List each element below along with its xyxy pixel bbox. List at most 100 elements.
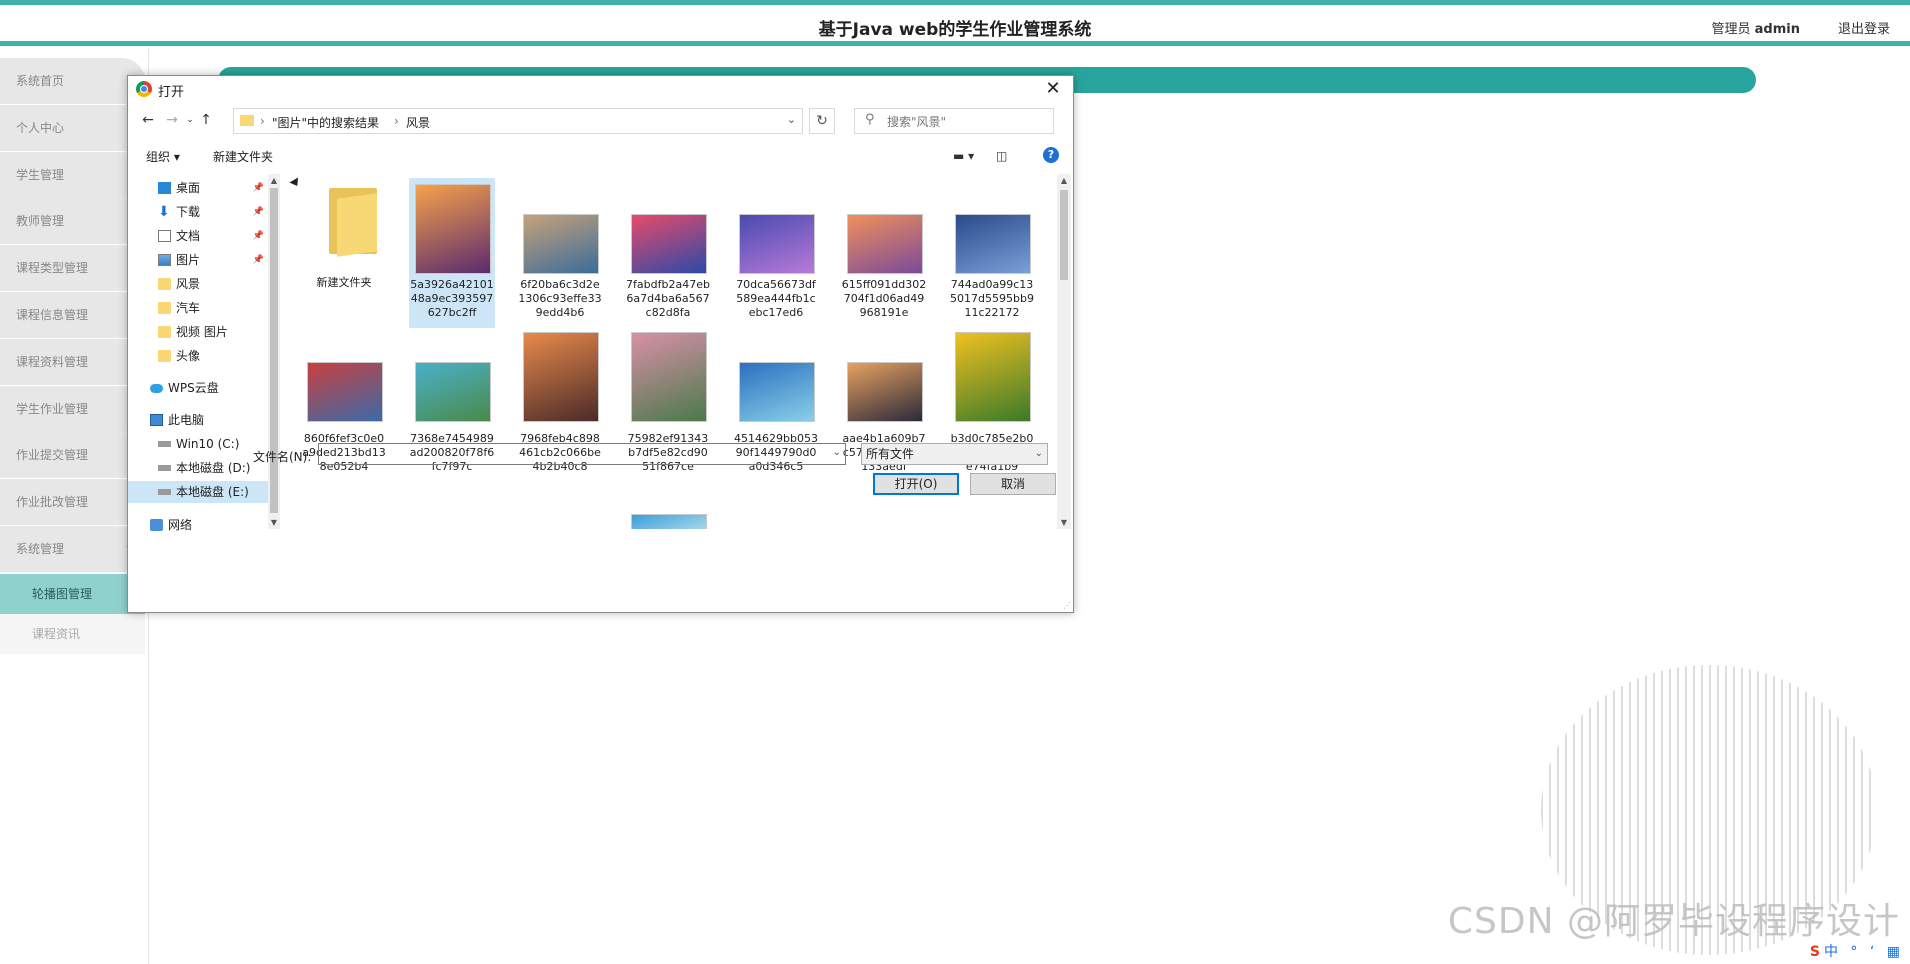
drive-icon [158, 465, 171, 471]
folder-tile[interactable]: 新建文件夹 [301, 178, 387, 328]
image-tile[interactable]: 744ad0a99c135017d5595bb911c22172 [949, 178, 1035, 328]
close-icon[interactable]: ✕ [1041, 77, 1065, 101]
sidebar-item[interactable]: 系统管理^ [0, 526, 145, 572]
scroll-up-icon[interactable]: ▲ [1058, 176, 1070, 185]
nav-item[interactable]: 此电脑 [128, 409, 268, 431]
nav-item-label: 下载 [176, 205, 201, 219]
sidebar-item-label: 个人中心 [16, 121, 65, 135]
pin-icon: 📌 [252, 183, 264, 193]
chevron-down-icon: ⌄ [1034, 448, 1043, 459]
chevron-down-icon[interactable]: ⌄ [787, 113, 796, 126]
nav-item[interactable]: 本地磁盘 (E:) [128, 481, 268, 503]
sidebar-item[interactable]: 课程信息管理⌄ [0, 292, 145, 338]
sidebar-item[interactable]: 系统首页⌄ [0, 58, 145, 104]
image-tile[interactable] [409, 486, 495, 529]
scroll-up-icon[interactable]: ▲ [268, 176, 280, 185]
nav-item[interactable]: 风景 [128, 273, 268, 295]
file-name: 5a3926a4210148a9ec393597627bc2ff [410, 278, 494, 319]
new-folder-button[interactable]: 新建文件夹 [213, 148, 273, 165]
nav-item[interactable]: 头像 [128, 345, 268, 367]
sidebar-item[interactable]: 学生作业管理⌄ [0, 386, 145, 432]
sidebar-item[interactable]: 作业批改管理⌄ [0, 479, 145, 525]
open-button[interactable]: 打开(O) [873, 473, 959, 495]
image-tile[interactable] [301, 486, 387, 529]
sidebar-item[interactable]: 教师管理⌄ [0, 198, 145, 244]
file-name: 744ad0a99c135017d5595bb911c22172 [950, 278, 1034, 319]
breadcrumb-separator: › [394, 114, 399, 128]
sidebar-item[interactable]: 课程类型管理⌄ [0, 245, 145, 291]
nav-item-label: 此电脑 [168, 413, 205, 427]
sidebar-subitem[interactable]: 课程资讯 [0, 614, 145, 654]
nav-item[interactable]: 文档 📌 [128, 225, 268, 247]
nav-item[interactable]: 网络 [128, 514, 268, 536]
up-icon[interactable]: ↑ [196, 110, 216, 130]
ime-status: 中 ° ‘ ▦ [1823, 944, 1904, 960]
nav-item[interactable]: 图片 📌 [128, 249, 268, 271]
folder-icon [158, 350, 171, 362]
chevron-down-icon[interactable]: ⌄ [833, 447, 841, 458]
sidebar-item[interactable]: 学生管理⌄ [0, 152, 145, 198]
file-name: 70dca56673df589ea444fb1cebc17ed6 [736, 278, 816, 319]
file-name: 6f20ba6c3d2e1306c93effe339edd4b6 [518, 278, 602, 319]
preview-pane-icon[interactable]: ◫ [996, 149, 1007, 163]
breadcrumb-scenery[interactable]: 风景 [406, 114, 430, 131]
dialog-navbar: ← → ⌄ ↑ › "图片"中的搜索结果 › 风景 ⌄ ↻ ⚲ [128, 104, 1073, 138]
nav-item[interactable]: WPS云盘 [128, 377, 268, 399]
help-icon[interactable]: ? [1043, 147, 1059, 163]
nav-item[interactable]: 视频 图片 [128, 321, 268, 343]
image-tile[interactable]: 5a3926a4210148a9ec393597627bc2ff [409, 178, 495, 328]
nav-item[interactable]: 汽车 [128, 297, 268, 319]
user-name: admin [1754, 22, 1800, 37]
nav-scrollbar[interactable]: ▲ ▼ [268, 174, 280, 529]
download-icon: ⬇ [158, 204, 170, 220]
ime-toolbar[interactable]: S中 ° ‘ ▦ [1810, 941, 1904, 961]
image-thumbnail [631, 514, 707, 529]
search-input[interactable] [885, 112, 1049, 132]
breadcrumb-search-results[interactable]: "图片"中的搜索结果 [272, 114, 379, 131]
nav-item[interactable]: 桌面 📌 [128, 177, 268, 199]
nav-item[interactable]: ⬇ 下载 📌 [128, 201, 268, 223]
image-tile[interactable] [625, 486, 711, 529]
sidebar-item[interactable]: 个人中心⌄ [0, 105, 145, 151]
dialog-toolbar: 组织 ▾ 新建文件夹 ▬ ▾ ◫ ? [128, 142, 1073, 170]
sidebar-item[interactable]: 课程资料管理⌄ [0, 339, 145, 385]
cancel-button[interactable]: 取消 [970, 473, 1056, 495]
nav-item[interactable]: 本地磁盘 (D:) [128, 457, 268, 479]
image-tile[interactable]: 615ff091dd302704f1d06ad49968191e [841, 178, 927, 328]
content-scrollbar[interactable]: ▲ ▼ [1057, 174, 1071, 529]
nav-item-label: Win10 (C:) [176, 437, 240, 451]
back-icon[interactable]: ← [138, 110, 158, 130]
image-tile[interactable]: 7fabdfb2a47eb6a7d4ba6a567c82d8fa [625, 178, 711, 328]
image-tile[interactable]: 6f20ba6c3d2e1306c93effe339edd4b6 [517, 178, 603, 328]
sidebar-subitem[interactable]: 轮播图管理 [0, 574, 145, 614]
organize-button[interactable]: 组织 ▾ [146, 148, 180, 165]
view-options-icon[interactable]: ▬ ▾ [953, 149, 974, 163]
filetype-select[interactable]: 所有文件 ⌄ [861, 443, 1048, 465]
navigation-pane: 桌面 📌 ⬇ 下载 📌 文档 📌 图片 📌 风景 汽车 视频 图片头像 WPS云盘此电脑 Win10 (C… [128, 174, 283, 532]
nav-item-label: 头像 [176, 349, 201, 363]
refresh-icon[interactable]: ↻ [809, 108, 835, 134]
filename-field[interactable]: ⌄ [318, 443, 846, 465]
image-thumbnail [631, 214, 707, 274]
image-tile[interactable]: 70dca56673df589ea444fb1cebc17ed6 [733, 178, 819, 328]
filetype-value: 所有文件 [866, 447, 915, 461]
search-box[interactable]: ⚲ [854, 108, 1054, 134]
address-bar[interactable]: › "图片"中的搜索结果 › 风景 ⌄ [233, 108, 803, 134]
drive-icon [158, 489, 171, 495]
sidebar-item[interactable]: 作业提交管理⌄ [0, 432, 145, 478]
resize-grip-icon[interactable]: ⋰ [1063, 601, 1071, 610]
scroll-down-icon[interactable]: ▼ [268, 518, 280, 527]
scroll-down-icon[interactable]: ▼ [1058, 518, 1070, 527]
sidebar-item-label: 学生管理 [16, 168, 65, 182]
filename-label: 文件名(N): [253, 450, 312, 464]
nav-item[interactable]: Win10 (C:) [128, 433, 268, 455]
sidebar-item-label: 学生作业管理 [16, 402, 89, 416]
drive-icon [158, 441, 171, 447]
image-thumbnail [955, 214, 1031, 274]
forward-icon[interactable]: → [162, 110, 182, 130]
sogou-icon[interactable]: S [1810, 944, 1824, 960]
content-scroll-thumb[interactable] [1060, 190, 1068, 280]
image-tile[interactable] [517, 486, 603, 529]
logout-link[interactable]: 退出登录 [1838, 18, 1890, 37]
current-user: 管理员 admin [1712, 18, 1801, 37]
